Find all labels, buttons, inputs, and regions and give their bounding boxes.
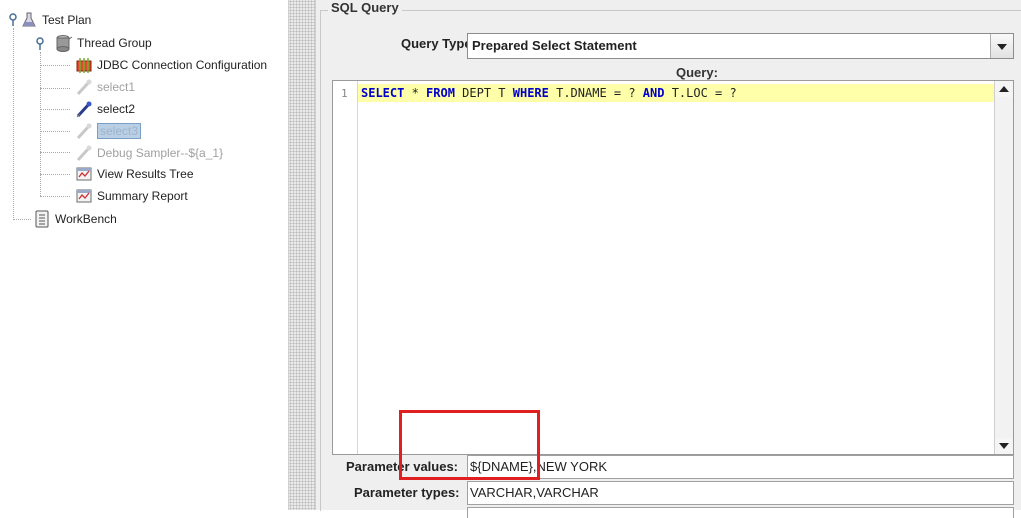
tree-item-label: Summary Report xyxy=(97,189,188,203)
tree-connector xyxy=(40,174,70,175)
sql-keyword: WHERE xyxy=(512,86,549,100)
jdbc-config-icon xyxy=(75,56,93,74)
parameter-types-field[interactable]: VARCHAR,VARCHAR xyxy=(467,481,1014,505)
annotation-highlight-box xyxy=(399,410,540,480)
line-number: 1 xyxy=(341,87,348,100)
expand-toggle-thread-group[interactable] xyxy=(35,37,45,51)
sampler-icon xyxy=(75,144,93,162)
sql-query-legend: SQL Query xyxy=(328,0,402,15)
sampler-icon xyxy=(75,78,93,96)
sql-keyword: FROM xyxy=(426,86,455,100)
tree-item-label: JDBC Connection Configuration xyxy=(97,58,268,72)
tree-item-label: select2 xyxy=(97,102,136,116)
tree-item-label: WorkBench xyxy=(55,212,117,226)
sampler-icon xyxy=(75,100,93,118)
tree-item-label: select3 xyxy=(97,123,142,139)
tree-connector xyxy=(40,65,70,66)
tree-item-select3[interactable]: select3 xyxy=(75,121,142,141)
tree-item-select1[interactable]: select1 xyxy=(75,77,135,97)
test-plan-icon xyxy=(20,11,38,29)
scroll-up-icon[interactable] xyxy=(995,81,1013,97)
expanded-icon xyxy=(36,37,44,50)
tree-item-jdbc-connection-configuration[interactable]: JDBC Connection Configuration xyxy=(75,55,267,75)
tree-item-workbench[interactable]: WorkBench xyxy=(33,209,117,229)
pane-splitter[interactable] xyxy=(288,0,316,510)
workbench-icon xyxy=(33,210,51,228)
tree-item-test-plan[interactable]: Test Plan xyxy=(20,10,91,30)
tree-item-label: Test Plan xyxy=(42,13,92,27)
listener-icon xyxy=(75,165,93,183)
tree-item-label: View Results Tree xyxy=(97,167,194,181)
query-type-label: Query Type: xyxy=(401,36,476,51)
parameter-values-field[interactable]: ${DNAME},NEW YORK xyxy=(467,455,1014,479)
scroll-down-icon[interactable] xyxy=(995,438,1013,454)
tree-connector xyxy=(13,28,14,220)
expand-toggle-test-plan[interactable] xyxy=(8,13,18,27)
tree-connector xyxy=(40,88,70,89)
sql-text: T.LOC = ? xyxy=(664,86,737,100)
tree-item-summary-report[interactable]: Summary Report xyxy=(75,186,188,206)
tree-connector xyxy=(40,131,70,132)
expanded-icon xyxy=(9,13,17,26)
query-type-value: Prepared Select Statement xyxy=(472,38,637,53)
sampler-icon xyxy=(75,122,93,140)
sql-keyword: SELECT xyxy=(361,86,405,100)
tree-item-debug-sampler[interactable]: Debug Sampler--${a_1} xyxy=(75,143,223,163)
tree-item-label: Debug Sampler--${a_1} xyxy=(97,146,224,160)
tree-item-thread-group[interactable]: Thread Group xyxy=(55,33,152,53)
tree-item-label: select1 xyxy=(97,80,136,94)
tree-connector xyxy=(40,152,70,153)
sql-text: T.DNAME = ? xyxy=(548,86,643,100)
sql-code-line[interactable]: SELECT * FROM DEPT T WHERE T.DNAME = ? A… xyxy=(361,86,737,100)
tree-connector xyxy=(40,109,70,110)
thread-group-icon xyxy=(55,34,73,52)
listener-icon xyxy=(75,187,93,205)
tree-item-select2[interactable]: select2 xyxy=(75,99,135,119)
line-number-gutter: 1 xyxy=(333,81,358,454)
query-type-select[interactable]: Prepared Select Statement xyxy=(467,33,1014,59)
tree-item-label: Thread Group xyxy=(77,36,152,50)
sql-text: DEPT T xyxy=(454,86,513,100)
tree-connector xyxy=(13,219,31,220)
editor-scrollbar[interactable] xyxy=(994,81,1013,454)
query-editor[interactable]: 1 SELECT * FROM DEPT T WHERE T.DNAME = ?… xyxy=(332,80,1014,455)
tree-connector xyxy=(40,196,70,197)
chevron-down-icon[interactable] xyxy=(990,34,1013,58)
sql-keyword: AND xyxy=(642,86,665,100)
query-label: Query: xyxy=(676,65,718,80)
parameter-types-label: Parameter types: xyxy=(354,485,460,500)
sql-text: * xyxy=(404,86,427,100)
next-parameter-field[interactable] xyxy=(467,507,1014,518)
test-plan-tree: Test Plan Thread Group JDBC Connection C… xyxy=(0,0,288,510)
tree-item-view-results-tree[interactable]: View Results Tree xyxy=(75,164,194,184)
parameter-types-text: VARCHAR,VARCHAR xyxy=(470,485,599,500)
